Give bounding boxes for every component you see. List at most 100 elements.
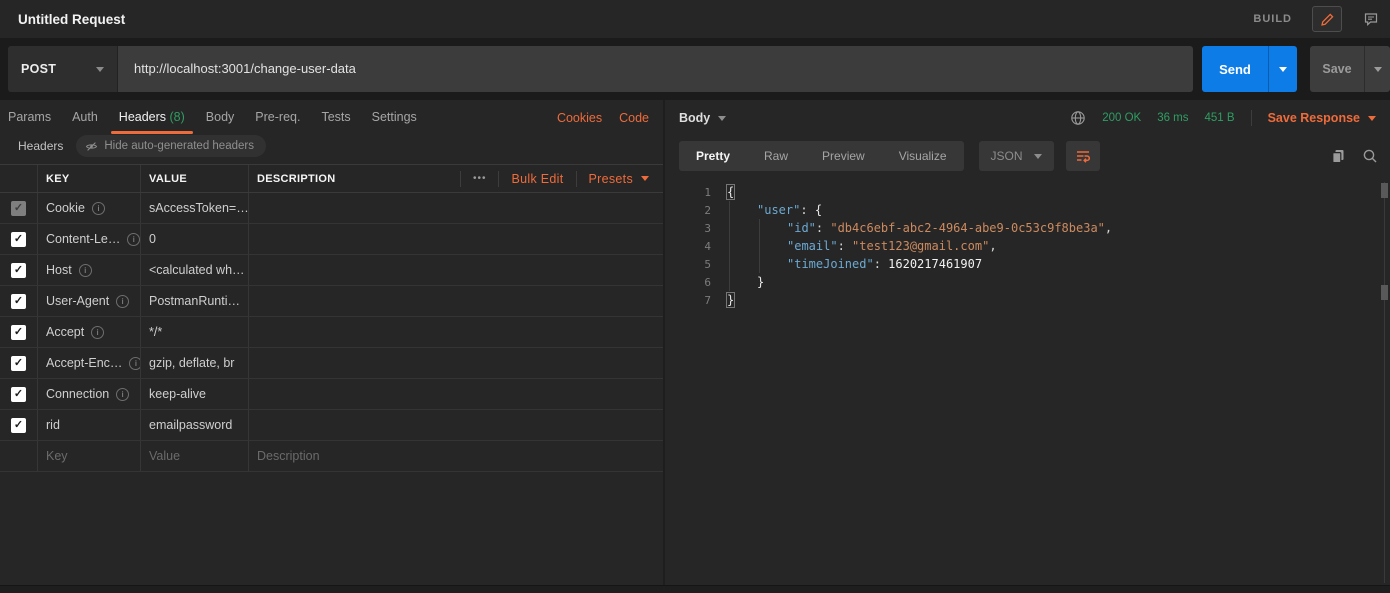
table-row: Accept-Enc…igzip, deflate, br <box>0 348 663 379</box>
hide-autogenerated-headers-button[interactable]: Hide auto-generated headers <box>76 135 266 157</box>
search-icon[interactable] <box>1362 148 1378 164</box>
header-value-cell[interactable]: */* <box>140 317 248 347</box>
header-key-cell[interactable]: User-Agenti <box>37 286 140 316</box>
header-value-cell[interactable]: 0 <box>140 224 248 254</box>
info-icon[interactable]: i <box>116 388 129 401</box>
tab-headers[interactable]: Headers (8) <box>119 101 185 134</box>
wrap-lines-button[interactable] <box>1066 141 1100 171</box>
presets-dropdown[interactable]: Presets <box>589 172 649 186</box>
tab-params[interactable]: Params <box>8 101 51 134</box>
divider <box>1251 110 1252 126</box>
chevron-down-icon <box>1279 67 1287 72</box>
row-checkbox[interactable] <box>11 294 26 309</box>
header-value-cell[interactable]: gzip, deflate, br <box>140 348 248 378</box>
header-description-cell[interactable] <box>248 193 663 223</box>
response-body-dropdown[interactable]: Body <box>679 111 726 125</box>
copy-icon[interactable] <box>1330 148 1346 164</box>
save-response-dropdown[interactable]: Save Response <box>1268 111 1376 125</box>
save-button[interactable]: Save <box>1310 46 1364 92</box>
row-checkbox[interactable] <box>11 418 26 433</box>
row-checkbox[interactable] <box>11 201 26 216</box>
bulk-edit-button[interactable]: Bulk Edit <box>511 172 563 186</box>
header-description-cell[interactable] <box>248 348 663 378</box>
save-options-button[interactable] <box>1364 46 1390 92</box>
url-input[interactable]: http://localhost:3001/change-user-data <box>118 46 1193 92</box>
more-options-button[interactable]: ••• <box>473 173 487 184</box>
header-value-cell[interactable]: PostmanRunti… <box>140 286 248 316</box>
header-key-cell[interactable]: rid <box>37 410 140 440</box>
headers-table: KEY VALUE DESCRIPTION ••• Bulk Edit Pres… <box>0 164 663 472</box>
header-value-cell[interactable]: sAccessToken=… <box>140 193 248 223</box>
info-icon[interactable]: i <box>92 202 105 215</box>
line-number: 2 <box>665 204 727 217</box>
response-meta: 200 OK 36 ms 451 B Save Response <box>1070 110 1376 126</box>
scrollbar-track[interactable] <box>1384 182 1385 583</box>
comments-button[interactable] <box>1356 6 1386 32</box>
view-tab-pretty[interactable]: Pretty <box>679 141 747 171</box>
divider <box>460 171 461 187</box>
tab-auth[interactable]: Auth <box>72 101 98 134</box>
code-link[interactable]: Code <box>619 111 649 125</box>
row-checkbox[interactable] <box>11 232 26 247</box>
view-tab-preview[interactable]: Preview <box>805 141 882 171</box>
json-token: , <box>1105 221 1112 235</box>
tab-tests[interactable]: Tests <box>321 101 350 134</box>
row-checkbox[interactable] <box>11 263 26 278</box>
tab-body[interactable]: Body <box>206 101 235 134</box>
send-button[interactable]: Send <box>1202 46 1268 92</box>
view-tab-visualize[interactable]: Visualize <box>882 141 964 171</box>
method-select[interactable]: POST <box>8 46 118 92</box>
scrollbar-thumb[interactable] <box>1381 183 1388 198</box>
header-key-cell[interactable]: Accept-Enc…i <box>37 348 140 378</box>
header-description-cell[interactable] <box>248 317 663 347</box>
row-checkbox[interactable] <box>11 387 26 402</box>
edit-mode-button[interactable] <box>1312 6 1342 32</box>
title-bar: Untitled Request BUILD <box>0 0 1390 38</box>
new-description-input[interactable]: Description <box>248 441 663 471</box>
scrollbar-thumb[interactable] <box>1381 285 1388 300</box>
row-select-cell <box>0 255 37 285</box>
request-panel: Params Auth Headers (8) Body Pre-req. Tests Se… <box>0 100 665 585</box>
info-icon[interactable]: i <box>129 357 140 370</box>
code-line-content: "id": "db4c6ebf-abc2-4964-abe9-0c53c9f8b… <box>727 219 1112 237</box>
header-key-cell[interactable]: Content-Le…i <box>37 224 140 254</box>
tab-settings[interactable]: Settings <box>372 101 417 134</box>
code-line: 4"email": "test123@gmail.com", <box>665 237 1390 255</box>
header-description-cell[interactable] <box>248 379 663 409</box>
row-checkbox[interactable] <box>11 356 26 371</box>
response-body-code[interactable]: 1{2"user": {3"id": "db4c6ebf-abc2-4964-a… <box>665 176 1390 309</box>
header-value-cell[interactable]: emailpassword <box>140 410 248 440</box>
info-icon[interactable]: i <box>91 326 104 339</box>
info-icon[interactable]: i <box>116 295 129 308</box>
globe-icon[interactable] <box>1070 110 1086 126</box>
tab-pre-req-[interactable]: Pre-req. <box>255 101 300 134</box>
json-token: , <box>989 239 996 253</box>
description-column-header: DESCRIPTION ••• Bulk Edit Presets <box>248 165 663 192</box>
header-key: Cookie <box>46 201 85 215</box>
info-icon[interactable]: i <box>79 264 92 277</box>
header-description-cell[interactable] <box>248 286 663 316</box>
tab-label: Body <box>206 110 235 124</box>
header-value-cell[interactable]: <calculated wh… <box>140 255 248 285</box>
header-description-cell[interactable] <box>248 410 663 440</box>
header-key-cell[interactable]: Accepti <box>37 317 140 347</box>
new-key-input[interactable]: Key <box>37 441 140 471</box>
header-key-cell[interactable]: Hosti <box>37 255 140 285</box>
format-dropdown[interactable]: JSON <box>979 141 1054 171</box>
cookies-link[interactable]: Cookies <box>557 111 602 125</box>
view-tab-raw[interactable]: Raw <box>747 141 805 171</box>
header-value-cell[interactable]: keep-alive <box>140 379 248 409</box>
eye-slash-icon <box>85 140 98 153</box>
header-key-cell[interactable]: Cookiei <box>37 193 140 223</box>
row-checkbox[interactable] <box>11 325 26 340</box>
table-row: Accepti*/* <box>0 317 663 348</box>
code-line-content: "timeJoined": 1620217461907 <box>727 255 982 273</box>
code-line: 5"timeJoined": 1620217461907 <box>665 255 1390 273</box>
send-options-button[interactable] <box>1268 46 1297 92</box>
row-select-cell <box>0 441 37 471</box>
header-key-cell[interactable]: Connectioni <box>37 379 140 409</box>
header-description-cell[interactable] <box>248 255 663 285</box>
info-icon[interactable]: i <box>127 233 140 246</box>
new-value-input[interactable]: Value <box>140 441 248 471</box>
header-description-cell[interactable] <box>248 224 663 254</box>
